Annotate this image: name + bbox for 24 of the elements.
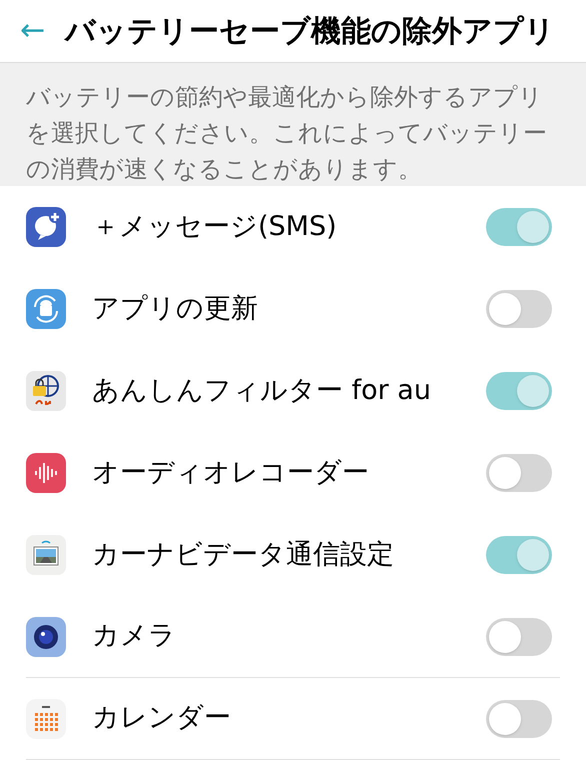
toggle-switch[interactable] [486,618,552,656]
description-text: バッテリーの節約や最適化から除外するアプリを選択してください。これによってバッテリーの消費が速くなることがあります。 [26,82,548,185]
app-name: アプリの更新 [92,292,259,326]
toggle-switch[interactable] [486,700,552,738]
app-name: カメラ [92,619,177,654]
robot-refresh-icon [26,289,66,329]
chat-bubble-icon [26,207,66,247]
globe-lock-icon [26,371,66,411]
toggle-switch[interactable] [486,208,552,246]
app-name: カーナビデータ通信設定 [92,538,395,572]
app-name: ＋メッセージ(SMS) [92,210,338,244]
app-name: オーディオレコーダー [92,456,370,490]
app-name: カレンダー [92,701,232,736]
toggle-switch[interactable] [486,290,552,328]
toggle-switch[interactable] [486,454,552,492]
road-screen-icon [26,535,66,575]
camera-lens-icon [26,616,66,656]
toggle-switch[interactable] [486,372,552,410]
toggle-switch[interactable] [486,536,552,574]
back-button[interactable]: ← [20,16,46,46]
app-name: あんしんフィルター for au [92,374,432,408]
page-title: バッテリーセーブ機能の除外アプリ [65,12,556,50]
waveform-icon [26,453,66,493]
calendar-icon [26,698,66,738]
